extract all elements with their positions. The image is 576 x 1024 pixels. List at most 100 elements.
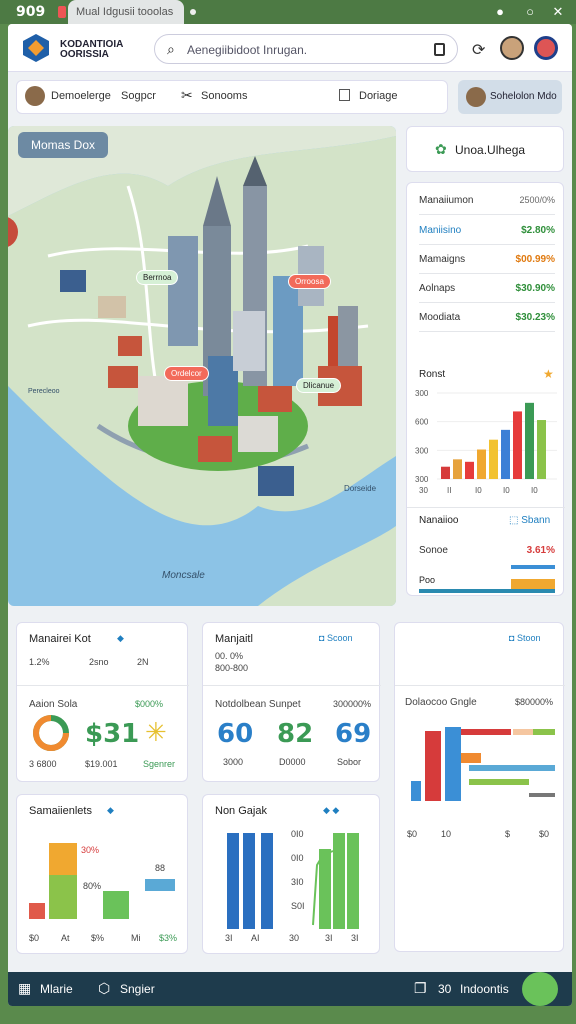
card-note: 3 6800 — [29, 759, 57, 769]
close-icon[interactable]: ✕ — [550, 4, 566, 20]
card-title: Non Gajak — [215, 805, 267, 817]
axis-tick: 3I — [325, 933, 333, 943]
y-tick-label: 600 — [415, 418, 429, 427]
toolbar: Demoelerge Sogpcr ✂ Sonooms Doriage — [16, 80, 448, 114]
card-value: 2N — [137, 657, 149, 667]
mascot-icon[interactable] — [522, 972, 558, 1006]
page-icon[interactable] — [339, 89, 350, 101]
tag-icon: ◘ — [509, 633, 517, 643]
axis-tick: 3I — [225, 933, 233, 943]
card-value: 00. 0% — [215, 651, 244, 661]
toolbar-item-storage[interactable]: Doriage — [359, 90, 398, 102]
axis-tick: $0 — [539, 829, 550, 839]
bar — [525, 402, 534, 479]
browser-tab[interactable]: Mual Idgusii tooolas — [68, 0, 184, 24]
shield-icon[interactable]: ⬡ — [98, 980, 110, 997]
metric-name: Maniisino — [419, 225, 462, 236]
metric-value: $30.23% — [515, 312, 555, 323]
card-link[interactable]: ◘ Stoon — [509, 633, 540, 643]
bar — [513, 411, 522, 479]
info-icon[interactable]: ◆ — [117, 633, 124, 644]
bar-tag: 30% — [81, 845, 100, 855]
map-annotation: Moncsale — [162, 570, 205, 581]
card-link[interactable]: ◘ Scoon — [319, 633, 352, 643]
logo-icon[interactable] — [20, 32, 52, 64]
big-number: $31 — [85, 719, 140, 749]
summary-card-4: Samaiienlets ◆ 30% 80% 88 $0 At $% Mi $3… — [16, 794, 188, 954]
x-tick-label: II — [447, 486, 451, 495]
info-icon[interactable]: ◆ ◆ — [323, 805, 339, 816]
search-input[interactable]: Aenegiibidoot Inrugan. — [187, 43, 307, 57]
footer-item[interactable]: Sngier — [120, 982, 155, 996]
metric-name: Mamaigns — [419, 254, 466, 265]
divider — [407, 507, 565, 508]
avatar[interactable] — [500, 36, 524, 60]
minimize-icon[interactable]: ○ — [522, 4, 538, 20]
x-tick-label: 30 — [419, 486, 428, 495]
progress-link[interactable]: ⬚ Sbann — [509, 515, 550, 526]
map-pin[interactable]: Ordelcor — [164, 366, 209, 381]
grid-icon[interactable]: ▦ — [18, 980, 31, 997]
axis-tick: S0I — [291, 901, 305, 911]
metric-name: Aolnaps — [419, 283, 456, 294]
progress-title: Nanaiioo — [419, 515, 459, 526]
footer-item[interactable]: Mlarie — [40, 982, 73, 996]
map-label[interactable]: Momas Dox — [18, 132, 108, 158]
card-note: Sgenrer — [143, 759, 176, 769]
metric-value: $30.90% — [515, 283, 555, 294]
card-note: D0000 — [279, 757, 306, 767]
metric-row[interactable]: Maniisino $2.80% — [419, 217, 555, 245]
metrics-header: Manaiiumon 2500/0% — [419, 187, 555, 215]
axis-tick: 10 — [441, 829, 452, 839]
toolbar-item-rooms[interactable]: Sonooms — [201, 90, 247, 102]
metric-row[interactable]: Moodiata $30.23% — [419, 304, 555, 332]
metric-row[interactable]: Aolnaps $30.90% — [419, 275, 555, 303]
map-pin[interactable]: Dlicanue — [296, 378, 342, 393]
map-pin[interactable]: Berrnoa — [136, 270, 179, 285]
big-number: 82 — [277, 719, 314, 749]
card-title: Manjaitl — [215, 633, 253, 645]
progress-bar-full — [419, 589, 555, 593]
progress-row: Sonoe 3.61% — [419, 545, 555, 556]
refresh-icon[interactable]: ⟳ — [472, 40, 485, 60]
summary-card-3: ◘ Stoon Dolaocoo Gngle $80000% $0 10 $ $… — [394, 622, 565, 952]
scissors-icon[interactable]: ✂ — [181, 87, 193, 104]
toolbar-item-support[interactable]: Sogpcr — [121, 90, 156, 102]
chart-title: Ronst — [419, 369, 446, 380]
axis-tick: 30 — [289, 933, 300, 943]
star-icon[interactable]: ★ — [543, 367, 554, 381]
card-subvalue: 300000% — [333, 699, 372, 709]
search-box[interactable]: ⌕ Aenegiibidoot Inrugan. — [154, 34, 458, 64]
toolbar-avatar[interactable] — [25, 86, 45, 106]
toolbar-right-button[interactable]: Sohelolon Mdo — [458, 80, 562, 114]
y-tick-label: 300 — [415, 446, 429, 455]
card-subtitle: Notdolbean Sunpet — [215, 699, 301, 710]
app-window: KODANTIOIA OORISSIA ⌕ Aenegiibidoot Inru… — [8, 24, 572, 1006]
bar — [489, 439, 498, 479]
app-header: KODANTIOIA OORISSIA ⌕ Aenegiibidoot Inru… — [8, 24, 572, 72]
footer-item[interactable]: Indoontis — [460, 982, 509, 996]
city-map[interactable]: Momas Dox Berrnoa Orroosa Ordelcor Dlica… — [8, 126, 396, 606]
map-pin[interactable]: Orroosa — [288, 274, 331, 289]
summary-card-2: Manjaitl ◘ Scoon 00. 0% 800-800 Notdolbe… — [202, 622, 381, 782]
metrics-card: Manaiiumon 2500/0% Maniisino $2.80% Mamaig… — [406, 182, 565, 596]
toolbar-item-demo[interactable]: Demoelerge — [51, 90, 111, 102]
toolbar-right-avatar — [466, 87, 486, 107]
user-avatar[interactable] — [534, 36, 558, 60]
panel-bar-chart: 300 600 300 300 30 II I0 I0 I0 — [415, 389, 557, 495]
record-icon[interactable]: ● — [492, 4, 508, 20]
axis-tick: Mi — [131, 933, 141, 943]
tab-favicon — [58, 6, 66, 18]
footer-bar: ▦ Mlarie ⬡ Sngier ❐ 30 Indoontis — [8, 972, 572, 1006]
bar-chart — [29, 843, 175, 919]
axis-tick: 3I — [351, 933, 359, 943]
x-tick-label: I0 — [531, 486, 538, 495]
chat-icon[interactable]: ❐ — [414, 980, 427, 997]
axis-tick: At — [61, 933, 70, 943]
clipboard-icon[interactable] — [434, 43, 445, 56]
metric-row[interactable]: Mamaigns $00.99% — [419, 246, 555, 274]
bar — [501, 429, 510, 479]
map-annotation: Perecleoo — [28, 388, 60, 395]
info-icon[interactable]: ◆ — [107, 805, 114, 816]
axis-tick: 3I0 — [291, 877, 304, 887]
